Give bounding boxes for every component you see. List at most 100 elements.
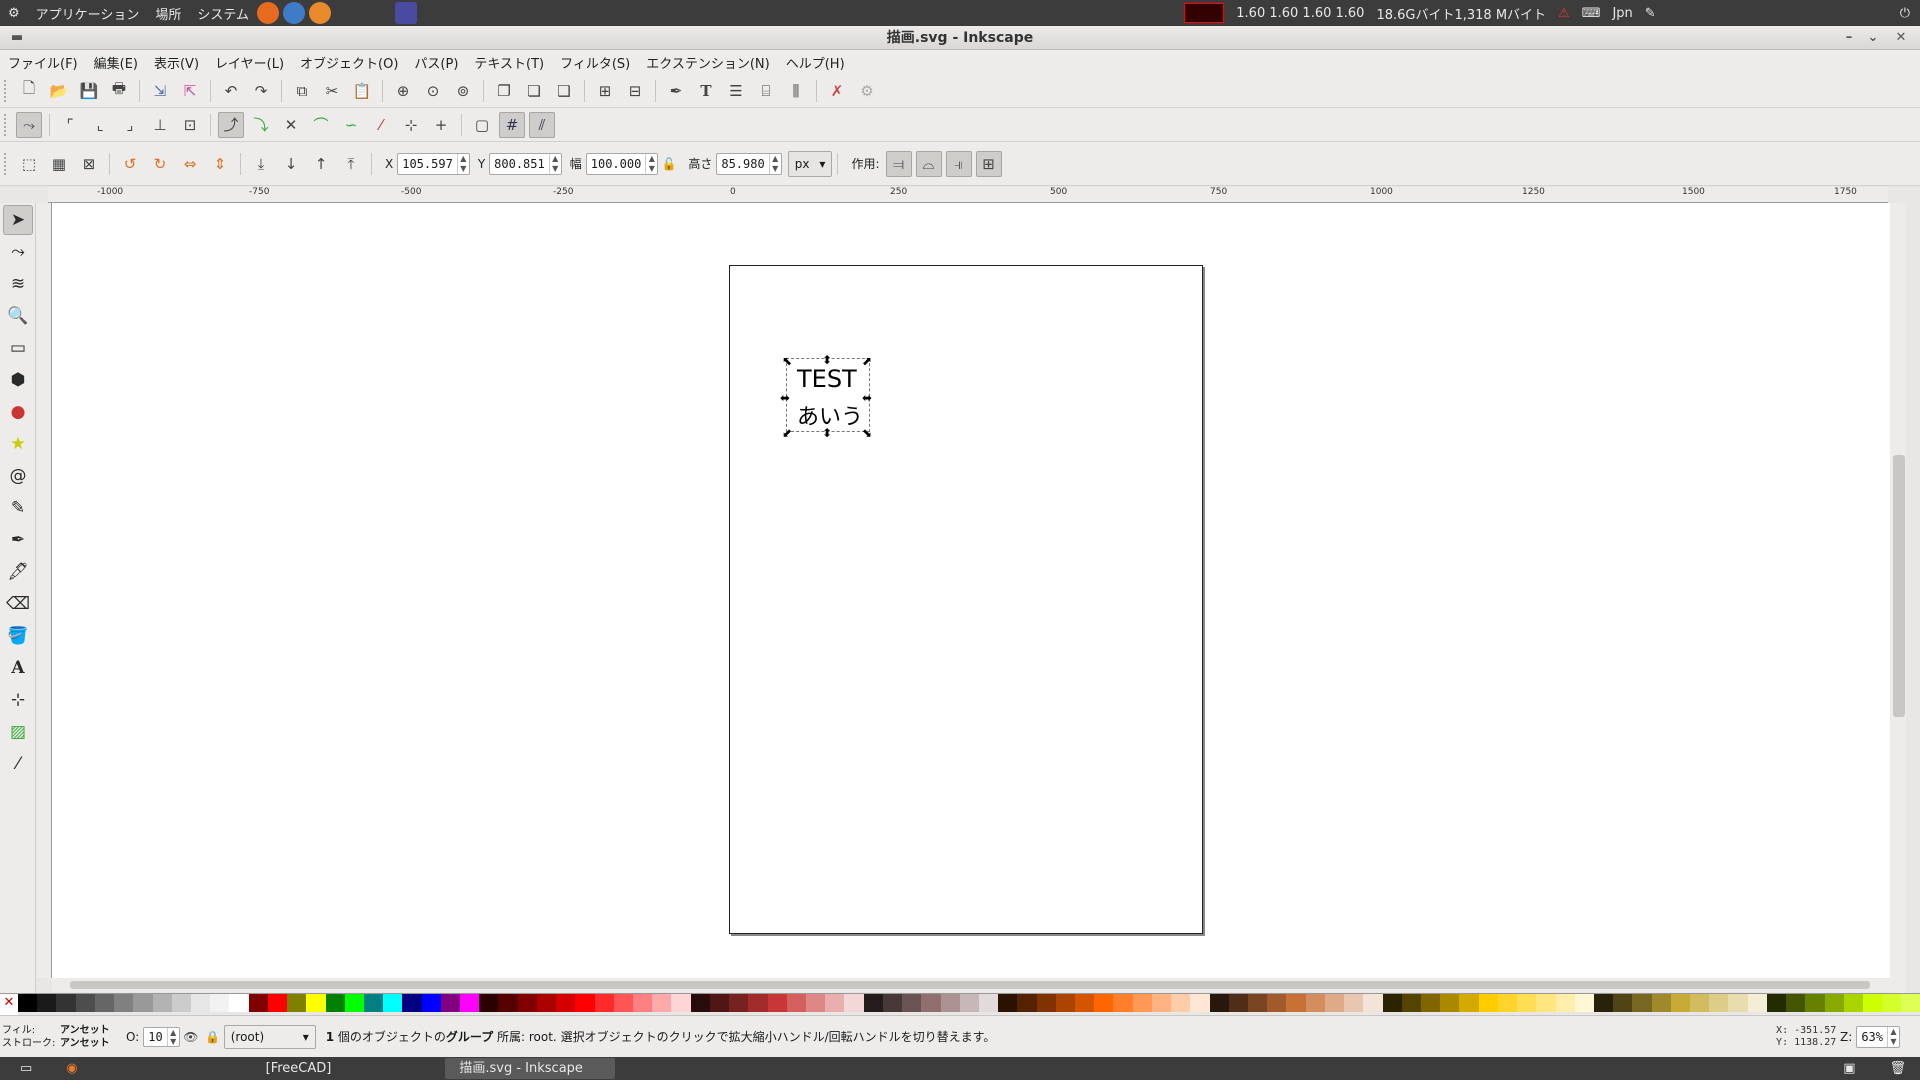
affect-stroke-icon[interactable]: ⫤ — [885, 150, 912, 177]
palette-swatch[interactable] — [1190, 994, 1210, 1012]
palette-swatch[interactable] — [825, 994, 845, 1012]
snap-toggle-icon[interactable]: ⤳ — [16, 111, 42, 138]
palette-swatch[interactable] — [786, 994, 806, 1012]
zoom-selection-icon[interactable]: ⊕ — [390, 78, 416, 104]
pen-tool-icon[interactable]: ✒ — [3, 525, 33, 555]
palette-swatch[interactable] — [613, 994, 633, 1012]
ellipse-tool-icon[interactable]: ● — [3, 397, 33, 427]
duplicate-icon[interactable]: ❐ — [491, 78, 517, 104]
horizontal-ruler[interactable]: -1000 -750 -500 -250 0 250 500 750 1000 … — [48, 187, 1888, 203]
palette-swatch[interactable] — [1075, 994, 1095, 1012]
preferences-icon[interactable]: ✗ — [824, 78, 850, 104]
palette-swatch[interactable] — [1574, 994, 1594, 1012]
paint-bucket-tool-icon[interactable]: 🪣 — [3, 621, 33, 651]
menu-text[interactable]: テキスト(T) — [466, 53, 552, 72]
palette-swatch[interactable] — [344, 994, 364, 1012]
spin-arrows-icon[interactable]: ▲ ▼ — [166, 1027, 179, 1046]
snap-grid-icon[interactable]: # — [499, 111, 525, 138]
selected-text-group[interactable]: TEST あいう — [786, 358, 870, 432]
x-input[interactable]: 105.597 ▲ ▼ — [397, 152, 470, 175]
workspace-switcher-icon[interactable]: ▣ — [1829, 1058, 1869, 1079]
palette-swatch[interactable] — [402, 994, 422, 1012]
palette-swatch[interactable] — [1286, 994, 1306, 1012]
palette-swatch[interactable] — [1363, 994, 1383, 1012]
ungroup-icon[interactable]: ⊟ — [622, 78, 648, 104]
snap-rotation-center-icon[interactable]: + — [428, 112, 454, 138]
window-menu-icon[interactable]: ▬ — [8, 29, 26, 47]
scale-handle-nw-icon[interactable]: ⬉ — [782, 355, 792, 367]
firefox-icon[interactable] — [257, 2, 280, 24]
palette-swatch[interactable] — [1632, 994, 1652, 1012]
export-icon[interactable]: ⇱ — [177, 78, 203, 104]
palette-swatch[interactable] — [171, 994, 191, 1012]
palette-swatch[interactable] — [1901, 994, 1920, 1012]
scale-handle-e-icon[interactable]: ⬌ — [862, 392, 872, 404]
horizontal-scroll-thumb[interactable] — [70, 981, 1870, 989]
palette-swatch[interactable] — [805, 994, 826, 1012]
color-palette[interactable]: ✕ — [0, 993, 1920, 1015]
palette-swatch[interactable] — [1324, 994, 1345, 1012]
import-icon[interactable]: ⇲ — [147, 78, 173, 104]
fill-indicator[interactable]: アンセット — [60, 1024, 122, 1037]
spin-arrows-icon[interactable]: ▲ ▼ — [456, 153, 469, 174]
unit-select[interactable]: px ▾ — [787, 150, 833, 177]
power-icon[interactable]: ⏻ — [1900, 6, 1910, 21]
palette-swatch[interactable] — [363, 994, 384, 1012]
scale-handle-ne-icon[interactable]: ⬈ — [862, 355, 872, 367]
palette-swatch[interactable] — [460, 994, 480, 1012]
palette-swatch[interactable] — [1440, 994, 1460, 1012]
toolbar-grip[interactable] — [4, 113, 10, 136]
print-icon[interactable]: 🖶 — [106, 78, 132, 104]
palette-swatch[interactable] — [690, 994, 710, 1012]
network-icon[interactable]: ✎ — [1645, 6, 1656, 21]
snap-object-center-icon[interactable]: ⊹ — [398, 112, 424, 138]
palette-swatch[interactable] — [1728, 994, 1748, 1012]
menu-extensions[interactable]: エクステンション(N) — [638, 53, 777, 72]
height-input[interactable]: 85.980 ▲ ▼ — [716, 152, 782, 175]
palette-swatch[interactable] — [1690, 994, 1710, 1012]
snap-bbox-midpoint-icon[interactable]: ⊥ — [147, 112, 173, 138]
snap-guide-icon[interactable]: ⫽ — [529, 111, 555, 138]
palette-swatch[interactable] — [37, 994, 57, 1012]
palette-swatch[interactable] — [479, 994, 499, 1012]
snap-page-border-icon[interactable]: ▢ — [469, 112, 495, 138]
palette-swatch[interactable] — [959, 994, 979, 1012]
palette-swatch[interactable] — [671, 994, 691, 1012]
palette-swatch[interactable] — [940, 994, 960, 1012]
palette-swatch[interactable] — [287, 994, 307, 1012]
scale-handle-s-icon[interactable]: ⬍ — [822, 427, 832, 439]
document-properties-icon[interactable]: ⚙ — [854, 78, 880, 104]
palette-swatch[interactable] — [1267, 994, 1287, 1012]
select-all-icon[interactable]: ⬚ — [16, 151, 42, 177]
y-input[interactable]: 800.851 ▲ ▼ — [489, 152, 562, 175]
align-distribute-icon[interactable]: ⫼ — [783, 78, 809, 104]
stroke-indicator[interactable]: アンセット — [60, 1037, 122, 1050]
snap-cusp-icon[interactable]: ⌒ — [308, 112, 334, 138]
dropper-tool-icon[interactable]: ⁄ — [3, 749, 33, 779]
palette-swatch[interactable] — [1113, 994, 1133, 1012]
palette-swatch[interactable] — [844, 994, 864, 1012]
palette-swatch[interactable] — [729, 994, 749, 1012]
spin-arrows-icon[interactable]: ▲ ▼ — [1887, 1026, 1899, 1047]
palette-swatch[interactable] — [114, 994, 134, 1012]
palette-swatch[interactable] — [421, 994, 441, 1012]
horizontal-scrollbar[interactable] — [52, 978, 1890, 992]
task-freecad[interactable]: [FreeCAD] — [252, 1058, 346, 1079]
vertical-scroll-thumb[interactable] — [1893, 455, 1905, 717]
palette-swatch[interactable] — [1017, 994, 1037, 1012]
flip-horizontal-icon[interactable]: ⇔ — [177, 151, 203, 177]
width-input[interactable]: 100.000 ▲ ▼ — [585, 152, 659, 175]
palette-swatch[interactable] — [1132, 994, 1152, 1012]
palette-swatch[interactable] — [1036, 994, 1056, 1012]
help-icon[interactable] — [283, 2, 306, 24]
blender-icon[interactable] — [309, 2, 332, 24]
trash-icon[interactable]: 🗑 — [1875, 1058, 1920, 1079]
zoom-input[interactable]: 63% ▲ ▼ — [1856, 1025, 1900, 1048]
selector-tool-icon[interactable]: ➤ — [3, 205, 33, 235]
rotate-cw-icon[interactable]: ↻ — [147, 151, 173, 177]
palette-swatch[interactable] — [902, 994, 922, 1012]
raise-icon[interactable]: ↑ — [308, 151, 334, 177]
menu-places[interactable]: 場所 — [147, 4, 189, 23]
menu-applications[interactable]: アプリケーション — [28, 4, 148, 23]
group-icon[interactable]: ⊞ — [592, 78, 618, 104]
